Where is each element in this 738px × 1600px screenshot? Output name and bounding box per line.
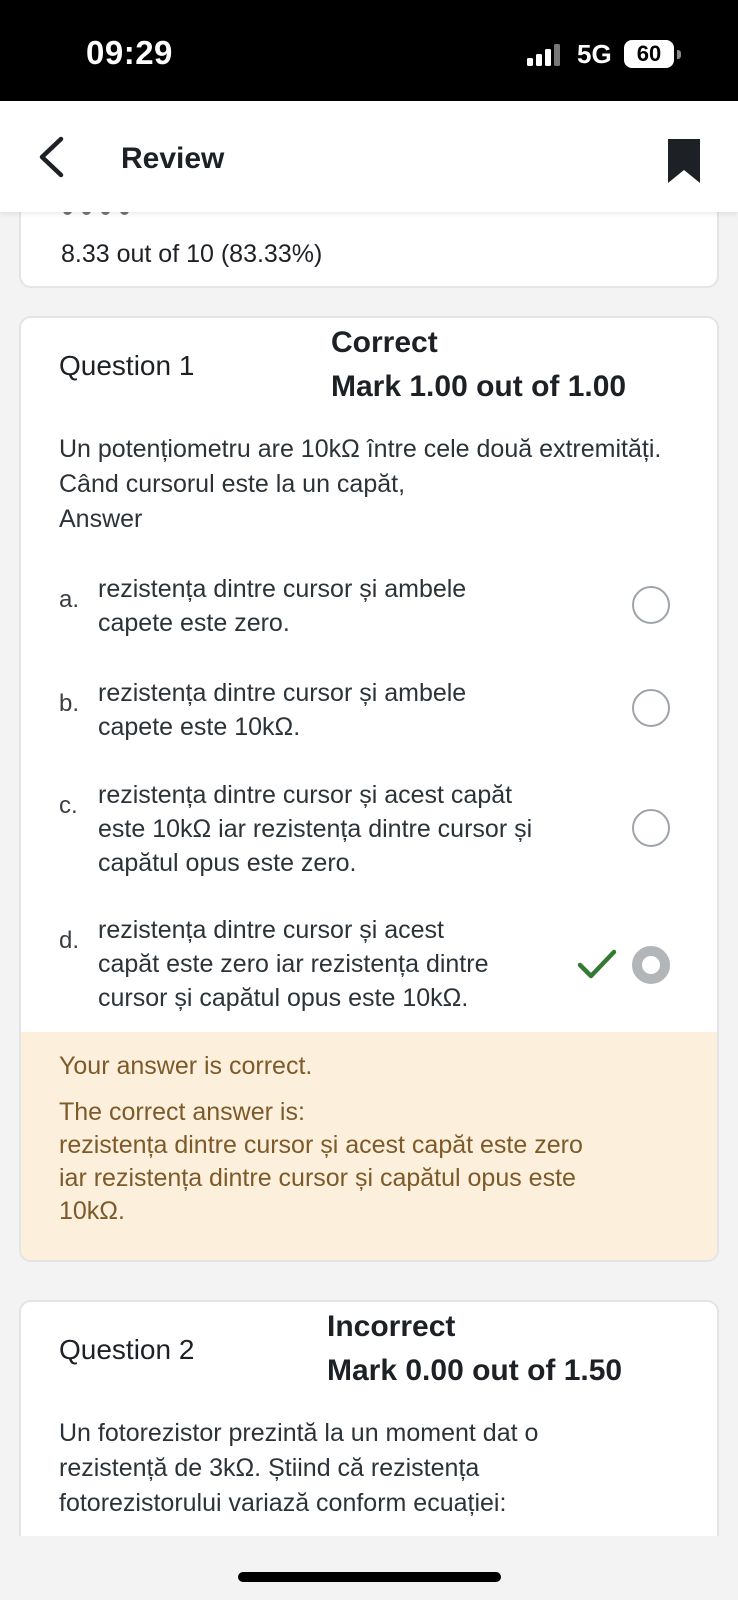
radio-option-c[interactable] bbox=[632, 809, 670, 847]
question-card-1: Question 1 Correct Mark 1.00 out of 1.00… bbox=[19, 316, 719, 1262]
option-line: rezistența dintre cursor și acest capăt bbox=[98, 781, 513, 809]
question-state: Incorrect bbox=[327, 1310, 456, 1343]
answer-label: Answer bbox=[59, 505, 143, 533]
option-text-c[interactable]: rezistența dintre cursor și acest capăt … bbox=[98, 778, 618, 880]
summary-card: 8.33 out of 10 (83.33%) bbox=[19, 212, 719, 288]
correct-answer-line: rezistența dintre cursor și acest capăt … bbox=[59, 1131, 583, 1159]
signal-icon bbox=[527, 44, 561, 66]
option-text-b[interactable]: rezistența dintre cursor și ambele capet… bbox=[98, 676, 588, 744]
correct-check-icon bbox=[577, 948, 617, 982]
question-text-line: rezistență de 3kΩ. Știind că rezistența bbox=[59, 1454, 480, 1482]
question-number: Question 2 bbox=[59, 1334, 195, 1365]
option-line: capete este zero. bbox=[98, 609, 290, 637]
bookmark-icon[interactable] bbox=[666, 137, 702, 185]
question-mark: Mark 0.00 out of 1.50 bbox=[327, 1354, 623, 1387]
option-text-d[interactable]: rezistența dintre cursor și acest capăt … bbox=[98, 913, 588, 1015]
app-header: Review bbox=[0, 101, 738, 212]
battery-icon: 60 bbox=[624, 40, 681, 68]
question-text: Un fotorezistor prezintă la un moment da… bbox=[59, 1416, 679, 1521]
question-text-line: Un fotorezistor prezintă la un moment da… bbox=[59, 1419, 539, 1447]
option-line: rezistența dintre cursor și ambele bbox=[98, 575, 467, 603]
question-mark: Mark 1.00 out of 1.00 bbox=[331, 370, 627, 403]
correct-answer-line: 10kΩ. bbox=[59, 1197, 125, 1225]
summary-grade: 8.33 out of 10 (83.33%) bbox=[61, 240, 323, 268]
option-letter-a: a. bbox=[59, 586, 80, 613]
chevron-left-icon[interactable] bbox=[34, 135, 70, 179]
radio-option-a[interactable] bbox=[632, 586, 670, 624]
correct-answer-label: The correct answer is: bbox=[59, 1098, 305, 1126]
question-card-2: Question 2 Incorrect Mark 0.00 out of 1.… bbox=[19, 1300, 719, 1536]
feedback-panel: Your answer is correct. The correct answ… bbox=[21, 1032, 717, 1260]
option-letter-b: b. bbox=[59, 690, 80, 717]
question-number: Question 1 bbox=[59, 350, 195, 381]
option-line: capete este 10kΩ. bbox=[98, 713, 301, 741]
question-state: Correct bbox=[331, 326, 438, 359]
radio-option-d[interactable] bbox=[632, 946, 670, 984]
option-line: rezistența dintre cursor și ambele bbox=[98, 679, 467, 707]
feedback-result: Your answer is correct. bbox=[59, 1052, 313, 1080]
option-line: rezistența dintre cursor și acest bbox=[98, 916, 444, 944]
status-time: 09:29 bbox=[86, 34, 173, 71]
option-line: capăt este zero iar rezistența dintre bbox=[98, 950, 489, 978]
option-letter-c: c. bbox=[59, 792, 78, 819]
option-line: capătul opus este zero. bbox=[98, 849, 357, 877]
option-line: este 10kΩ iar rezistența dintre cursor ș… bbox=[98, 815, 533, 843]
option-text-a[interactable]: rezistența dintre cursor și ambele capet… bbox=[98, 572, 588, 640]
question-text-line: fotorezistorului variază conform ecuație… bbox=[59, 1489, 507, 1517]
option-line: cursor și capătul opus este 10kΩ. bbox=[98, 984, 469, 1012]
status-bar: 09:29 5G 60 bbox=[0, 0, 738, 101]
question-text: Un potențiometru are 10kΩ între cele dou… bbox=[59, 435, 662, 498]
review-content[interactable]: 8.33 out of 10 (83.33%) Question 1 Corre… bbox=[0, 212, 738, 1536]
correct-answer-line: iar rezistența dintre cursor și capătul … bbox=[59, 1164, 576, 1192]
network-type: 5G bbox=[577, 39, 612, 69]
option-letter-d: d. bbox=[59, 927, 80, 954]
page-title: Review bbox=[121, 142, 225, 175]
summary-label-cutoff bbox=[63, 212, 153, 216]
radio-option-b[interactable] bbox=[632, 689, 670, 727]
home-indicator[interactable] bbox=[238, 1572, 501, 1582]
